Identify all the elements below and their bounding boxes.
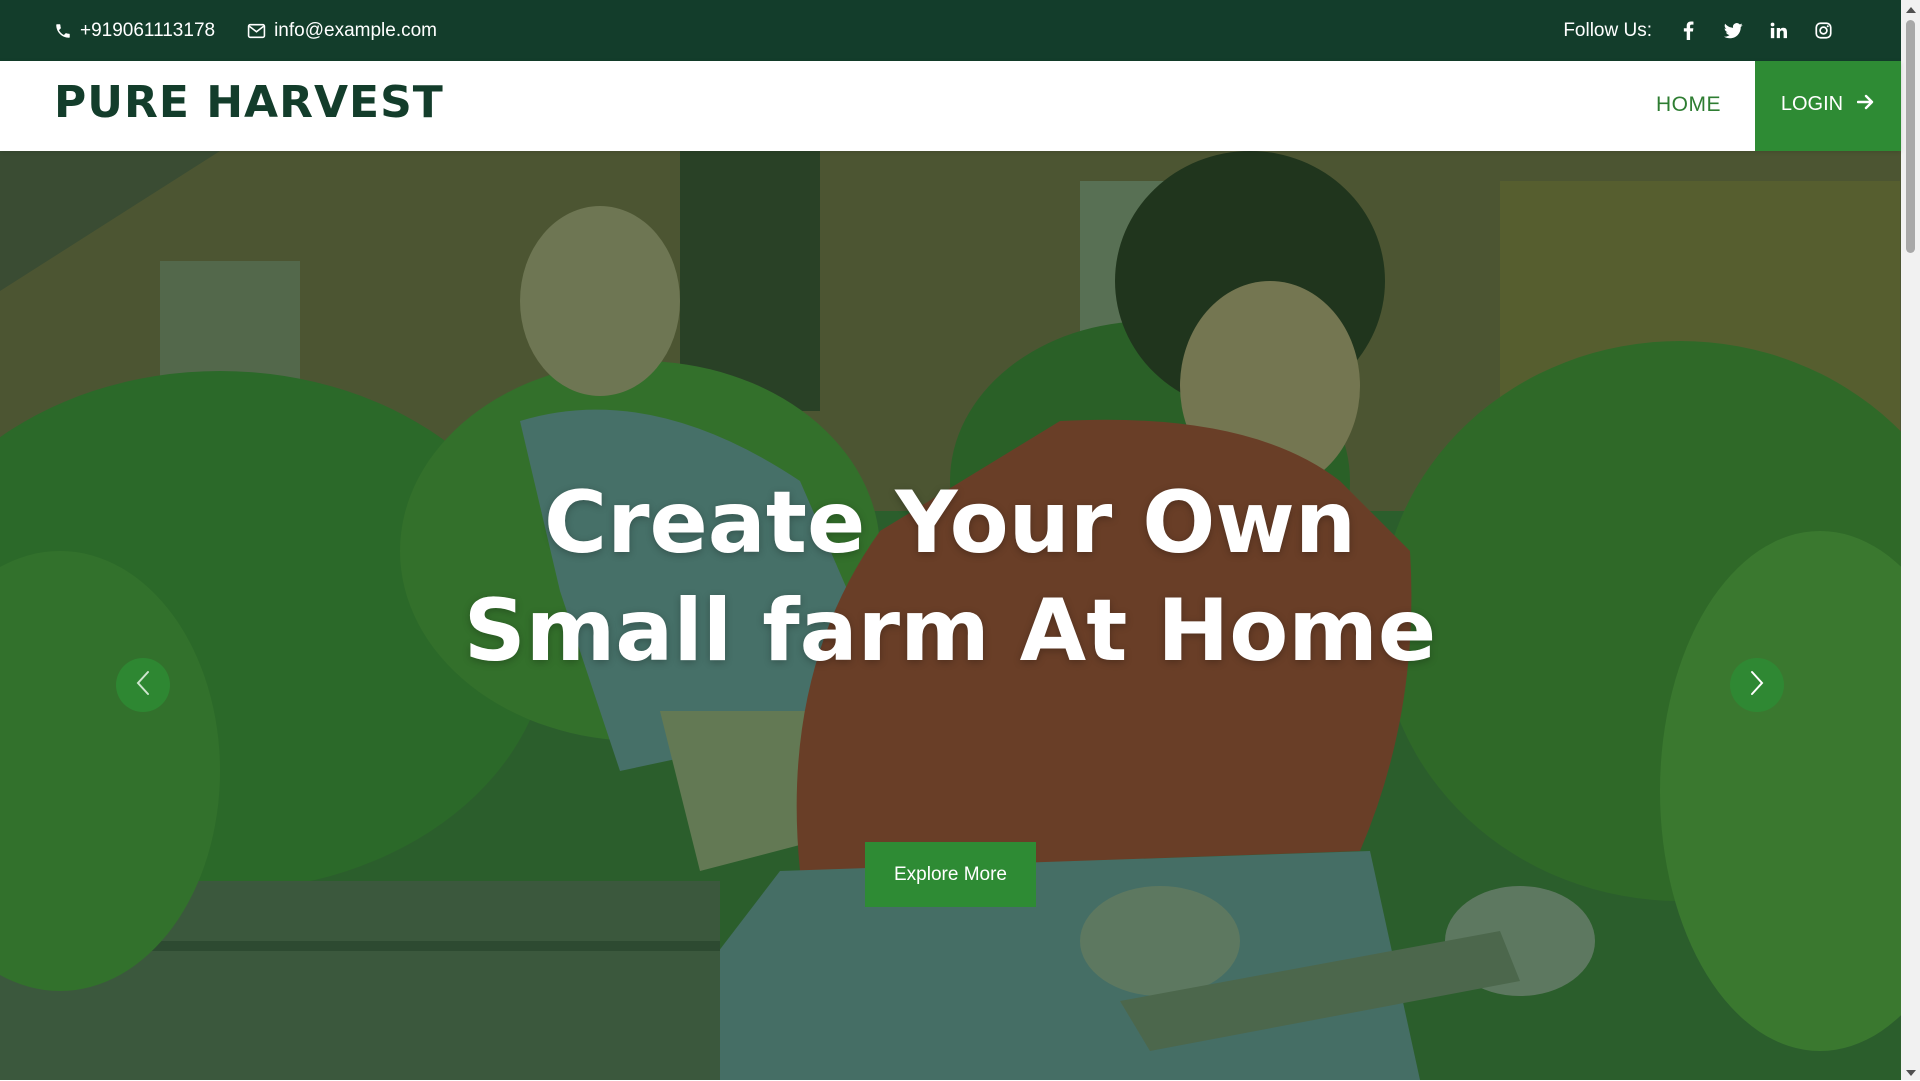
scroll-down-button[interactable] <box>1901 1063 1920 1080</box>
twitter-icon[interactable] <box>1711 22 1756 39</box>
phone-contact[interactable]: +919061113178 <box>54 20 215 42</box>
scroll-thumb[interactable] <box>1906 20 1915 253</box>
scroll-up-button[interactable] <box>1901 0 1920 17</box>
linkedin-icon[interactable] <box>1756 22 1801 39</box>
instagram-icon[interactable] <box>1801 22 1846 39</box>
follow-label: Follow Us: <box>1563 19 1652 41</box>
main-navbar: PURE HARVEST HOME LOGIN <box>0 61 1901 151</box>
arrow-right-icon <box>1856 93 1875 116</box>
carousel-next-button[interactable] <box>1730 658 1784 712</box>
chevron-right-icon <box>1750 670 1764 701</box>
caret-up-icon <box>1905 0 1916 18</box>
explore-more-button[interactable]: Explore More <box>865 842 1036 907</box>
caret-down-icon <box>1905 1063 1916 1081</box>
phone-number: +919061113178 <box>80 19 216 41</box>
hero-title: Create Your Own Small farm At Home <box>463 473 1437 681</box>
phone-icon <box>54 22 72 40</box>
email-address: info@example.com <box>274 19 437 41</box>
social-links: Follow Us: <box>1563 20 1846 42</box>
chevron-left-icon <box>136 670 150 701</box>
hero-carousel: Create Your Own Small farm At Home Explo… <box>0 151 1901 1080</box>
login-label: LOGIN <box>1780 92 1844 115</box>
facebook-icon[interactable] <box>1666 21 1711 40</box>
nav-link-home[interactable]: HOME <box>1656 93 1721 117</box>
envelope-icon <box>247 23 266 39</box>
top-bar: +919061113178 info@example.com Follow Us… <box>0 0 1901 61</box>
carousel-prev-button[interactable] <box>116 658 170 712</box>
brand-logo[interactable]: PURE HARVEST <box>54 77 444 128</box>
page-scrollbar[interactable] <box>1901 0 1920 1080</box>
login-button[interactable]: LOGIN <box>1755 61 1901 151</box>
email-contact[interactable]: info@example.com <box>247 20 437 42</box>
